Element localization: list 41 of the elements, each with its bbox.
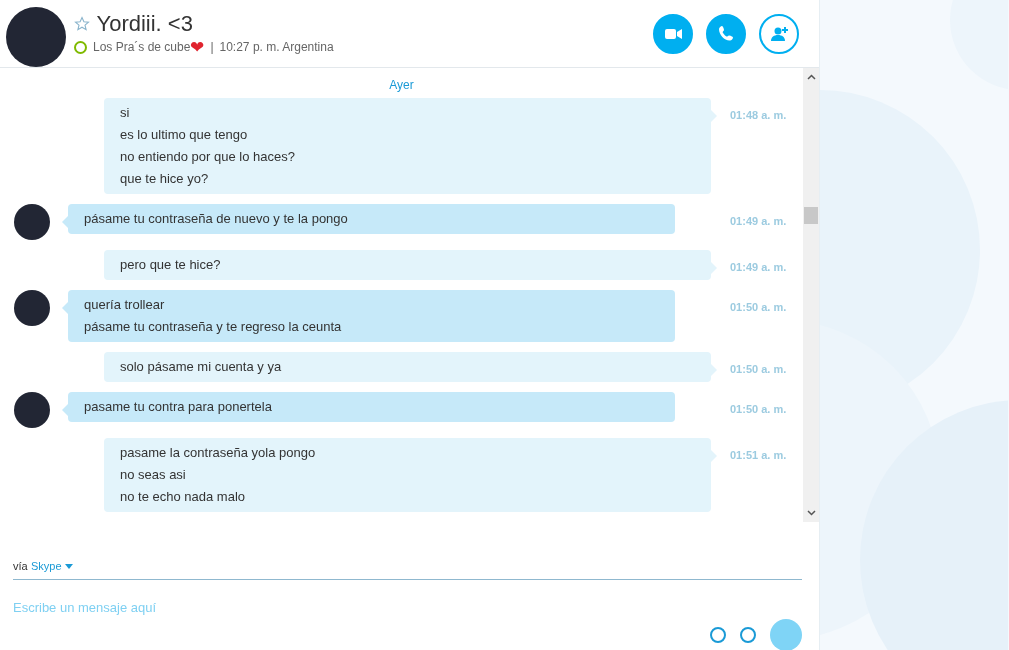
message-text: pasame tu contra para ponertela bbox=[84, 398, 273, 416]
message-text: pasame la contraseña yola pongo bbox=[120, 444, 317, 462]
message-text: pero que te hice? bbox=[120, 256, 222, 274]
message-time: 01:50 a. m. bbox=[730, 362, 787, 377]
contact-avatar bbox=[14, 204, 50, 240]
service-dropdown[interactable]: Skype bbox=[30, 558, 73, 575]
message-text: si bbox=[120, 104, 131, 122]
contact-avatar bbox=[14, 290, 50, 326]
separator-text: | bbox=[210, 39, 214, 57]
contact-avatar bbox=[14, 392, 50, 428]
via-label: vía bbox=[13, 559, 28, 574]
scroll-up-icon[interactable] bbox=[806, 74, 816, 80]
date-divider: Ayer bbox=[388, 77, 415, 94]
message-time: 01:50 a. m. bbox=[730, 300, 787, 315]
message-text: pásame tu contraseña de nuevo y te la pongo bbox=[84, 210, 349, 228]
heart-emoji: ❤ bbox=[190, 38, 205, 56]
message-text: no entiendo por que lo haces? bbox=[120, 148, 296, 166]
contact-name: Yordiii. <3 bbox=[96, 10, 193, 39]
status-text: Los Pra´s de cube bbox=[93, 39, 191, 57]
caret-icon bbox=[64, 563, 73, 569]
star-icon[interactable] bbox=[74, 16, 90, 33]
contact-avatar bbox=[6, 7, 66, 67]
add-contact-button[interactable] bbox=[759, 13, 799, 54]
message-time: 01:50 a. m. bbox=[730, 402, 787, 417]
send-button[interactable] bbox=[770, 619, 802, 650]
message-text: pásame tu contraseña y te regreso la ceunta bbox=[84, 318, 343, 336]
message-text: quería trollear bbox=[84, 296, 166, 314]
message-text: que te hice yo? bbox=[120, 170, 210, 188]
message-time: 01:49 a. m. bbox=[730, 214, 787, 229]
video-call-button[interactable] bbox=[653, 13, 693, 54]
message-text: no te echo nada malo bbox=[120, 488, 247, 506]
call-button[interactable] bbox=[706, 13, 746, 54]
scrollbar-thumb[interactable] bbox=[804, 207, 818, 224]
scroll-down-icon[interactable] bbox=[806, 510, 816, 516]
message-time: 01:51 a. m. bbox=[730, 448, 787, 463]
message-text: no seas asi bbox=[120, 466, 187, 484]
message-text: solo pásame mi cuenta y ya bbox=[120, 358, 283, 376]
message-text: es lo ultimo que tengo bbox=[120, 126, 249, 144]
message-time: 01:49 a. m. bbox=[730, 260, 787, 275]
local-time: 10:27 p. m. Argentina bbox=[219, 39, 334, 57]
message-time: 01:48 a. m. bbox=[730, 108, 787, 123]
